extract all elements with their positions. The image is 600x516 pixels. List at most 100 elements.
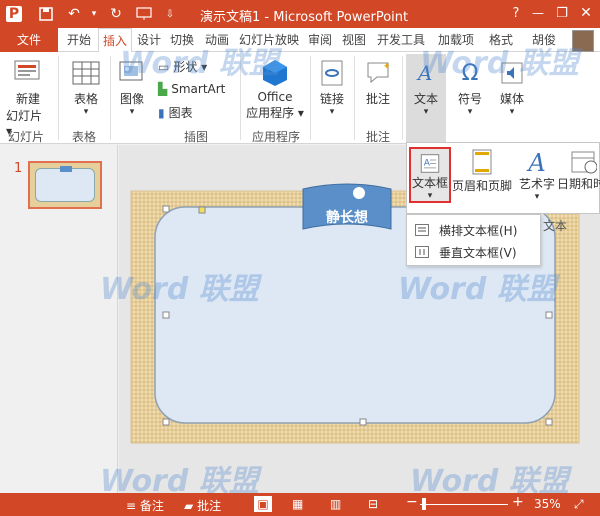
slide-sorter-icon[interactable]: ▦ [292, 497, 303, 511]
new-slide-label-line1: 新建 [15, 92, 40, 106]
help-button[interactable]: ? [504, 2, 528, 24]
group-label-text: 文本 [543, 219, 568, 233]
redo-icon[interactable]: ↻ [106, 4, 126, 24]
link-icon [317, 58, 347, 88]
media-button[interactable]: 媒体 ▾ [494, 58, 530, 117]
slideshow-view-icon[interactable]: ⊟ [368, 497, 378, 511]
date-time-button[interactable]: 日期和时 [557, 149, 600, 192]
tab-addins[interactable]: 加载项 [432, 28, 480, 52]
zoom-level[interactable]: 35% [534, 497, 561, 511]
vertical-textbox-item[interactable]: 垂直文本框(V) [411, 241, 536, 263]
slide-thumbnail-pane: 1 [0, 145, 118, 493]
shapes-icon: ▭ [158, 59, 170, 74]
reading-view-icon[interactable]: ▥ [330, 497, 341, 511]
restore-button[interactable]: ❐ [550, 2, 574, 24]
tab-design[interactable]: 设计 [134, 28, 164, 52]
fit-slide-icon[interactable]: ⤢ [574, 497, 584, 512]
new-slide-icon [13, 58, 43, 88]
textbox-menu: 横排文本框(H) 垂直文本框(V) [406, 214, 541, 266]
smartart-icon: ▙ [158, 82, 168, 96]
chart-button[interactable]: ▮ 图表 [158, 104, 193, 121]
group-divider [402, 56, 403, 140]
account-name[interactable]: 胡俊 [524, 28, 564, 52]
image-button[interactable]: 图像 ▾ [114, 58, 150, 117]
textbox-dropdown-arrow: ▾ [427, 191, 433, 201]
horizontal-textbox-label: 横排文本框(H) [439, 223, 518, 238]
comments-label: 批注 [197, 499, 222, 513]
tab-review[interactable]: 审阅 [304, 28, 336, 52]
table-label: 表格 [73, 92, 98, 106]
group-label-comments: 批注 [366, 130, 391, 144]
smartart-button[interactable]: ▙ SmartArt [158, 82, 225, 96]
group-label-illustrations: 插图 [184, 130, 209, 144]
title-bar: P ↶ ▾ ↻ ⇩ 演示文稿1 - Microsoft PowerPoint ?… [0, 0, 600, 28]
tab-insert[interactable]: 插入 [98, 28, 132, 53]
media-label: 媒体 [499, 92, 524, 106]
symbol-label: 符号 [457, 92, 482, 106]
normal-view-icon[interactable]: ▣ [254, 496, 272, 512]
office-apps-label-line1: Office [257, 90, 293, 104]
svg-text:✦: ✦ [383, 62, 391, 72]
group-divider [110, 56, 111, 140]
vertical-textbox-icon [415, 246, 429, 258]
thumbnail-banner [60, 166, 72, 172]
save-icon[interactable] [36, 4, 56, 24]
link-button[interactable]: 链接 ▾ [314, 58, 350, 117]
zoom-in-button[interactable]: + [512, 494, 524, 510]
zoom-slider-track[interactable] [420, 504, 508, 505]
undo-dropdown-icon[interactable]: ▾ [84, 4, 104, 24]
svg-text:A: A [424, 158, 430, 168]
textbox-label: 文本框 [411, 176, 448, 190]
symbol-button[interactable]: Ω 符号 ▾ [452, 58, 488, 118]
office-apps-label-line2: 应用程序 ▾ [246, 106, 304, 120]
notes-button[interactable]: ≡ 备注 [126, 497, 164, 514]
powerpoint-logo-icon[interactable]: P [6, 6, 22, 22]
new-slide-button[interactable]: 新建 幻灯片 ▾ [6, 58, 50, 138]
tab-view[interactable]: 视图 [338, 28, 370, 52]
wordart-button[interactable]: A 艺术字 ▾ [517, 149, 557, 202]
tab-file[interactable]: 文件 [0, 28, 58, 52]
start-slideshow-icon[interactable] [134, 4, 154, 24]
office-apps-button[interactable]: Office 应用程序 ▾ [244, 58, 306, 121]
link-label: 链接 [319, 92, 344, 106]
image-label: 图像 [119, 92, 144, 106]
zoom-out-button[interactable]: − [406, 494, 418, 510]
tab-slideshow[interactable]: 幻灯片放映 [236, 28, 302, 52]
header-footer-icon [472, 149, 492, 175]
tab-animations[interactable]: 动画 [200, 28, 234, 52]
comment-label: 批注 [365, 92, 390, 106]
tab-format[interactable]: 格式 [484, 28, 518, 52]
customize-toolbar-icon[interactable]: ⇩ [160, 4, 180, 24]
zoom-slider-thumb[interactable] [422, 498, 426, 510]
undo-icon[interactable]: ↶ [64, 4, 84, 24]
chart-label: 图表 [168, 106, 193, 120]
header-footer-button[interactable]: 页眉和页脚 [451, 149, 513, 194]
date-time-label: 日期和时 [557, 177, 600, 191]
comments-button[interactable]: ▰ 批注 [184, 497, 221, 514]
tab-transitions[interactable]: 切换 [166, 28, 198, 52]
notes-icon: ≡ [126, 499, 137, 513]
text-button[interactable]: A 文本 ▾ [406, 54, 446, 142]
symbol-dropdown-arrow: ▾ [467, 107, 473, 117]
text-label: 文本 [413, 92, 438, 106]
calendar-icon [571, 151, 597, 174]
window-title: 演示文稿1 - Microsoft PowerPoint [200, 10, 409, 25]
avatar[interactable] [572, 30, 594, 52]
textbox-button[interactable]: A 文本框 ▾ [409, 147, 451, 203]
wordart-dropdown-arrow: ▾ [534, 192, 540, 202]
close-button[interactable]: ✕ [574, 2, 598, 24]
horizontal-textbox-item[interactable]: 横排文本框(H) [411, 219, 536, 241]
shapes-button[interactable]: ▭ 形状 ▾ [158, 58, 207, 75]
table-button[interactable]: 表格 ▾ [66, 58, 106, 117]
wordart-label: 艺术字 [518, 177, 555, 191]
tab-home[interactable]: 开始 [62, 28, 96, 52]
tab-developer[interactable]: 开发工具 [372, 28, 430, 52]
chart-icon: ▮ [158, 105, 165, 120]
slide-thumbnail[interactable] [28, 161, 102, 209]
speaker-icon [497, 58, 527, 88]
comment-button[interactable]: ✦ 批注 [360, 58, 396, 107]
image-dropdown-arrow: ▾ [129, 107, 135, 117]
minimize-button[interactable]: — [526, 2, 550, 24]
table-dropdown-arrow: ▾ [83, 107, 89, 117]
comments-icon: ▰ [184, 499, 194, 513]
